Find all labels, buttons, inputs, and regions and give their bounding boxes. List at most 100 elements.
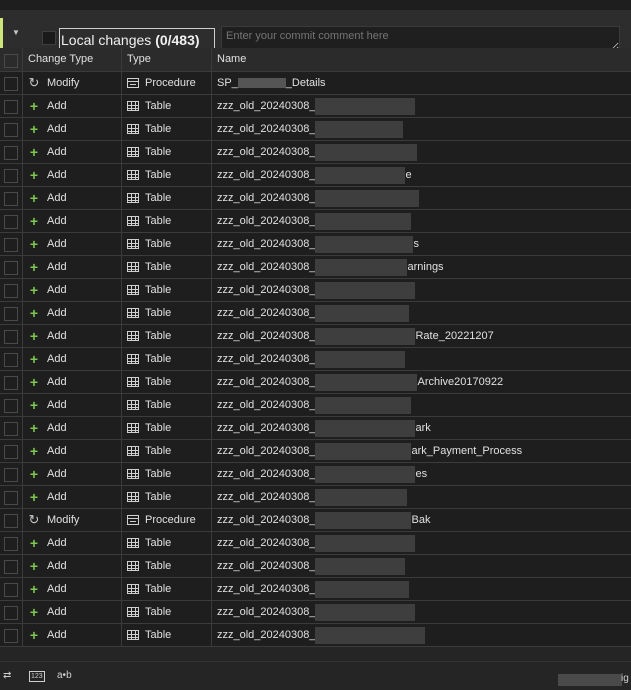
row-checkbox[interactable] <box>4 514 18 528</box>
table-row[interactable]: + Add Table zzz_old_20240308_ <box>0 187 631 210</box>
row-checkbox[interactable] <box>4 100 18 114</box>
row-checkbox[interactable] <box>4 468 18 482</box>
change-type-cell: + Add <box>23 440 122 462</box>
table-row[interactable]: + Add Table zzz_old_20240308_ Rate_20221207 <box>0 325 631 348</box>
table-row[interactable]: + Add Table zzz_old_20240308_ s <box>0 233 631 256</box>
row-checkbox-cell <box>0 601 23 623</box>
row-checkbox[interactable] <box>4 261 18 275</box>
name-suffix: e <box>405 169 412 181</box>
redacted-block <box>315 189 420 207</box>
change-type-cell: + Add <box>23 164 122 186</box>
row-checkbox[interactable] <box>4 399 18 413</box>
table-icon <box>127 170 139 181</box>
row-checkbox[interactable] <box>4 560 18 574</box>
column-header-type[interactable]: Type <box>122 48 212 71</box>
swap-encoding-icon[interactable]: ⇄ <box>3 671 11 681</box>
add-icon: + <box>29 259 39 276</box>
table-row[interactable]: + Add Table zzz_old_20240308_ es <box>0 463 631 486</box>
change-type-label: Add <box>47 353 67 366</box>
table-row[interactable]: + Add Table zzz_old_20240308_ <box>0 210 631 233</box>
row-checkbox[interactable] <box>4 353 18 367</box>
grid-header-row: Change Type Type Name <box>0 48 631 72</box>
name-prefix: zzz_old_20240308_ <box>217 169 316 181</box>
row-checkbox[interactable] <box>4 537 18 551</box>
row-checkbox[interactable] <box>4 422 18 436</box>
table-row[interactable]: + Add Table zzz_old_20240308_ <box>0 624 631 647</box>
ab-compare-icon[interactable]: a•b <box>57 671 72 681</box>
name-suffix: Bak <box>411 514 431 526</box>
redacted-block <box>315 327 416 345</box>
row-checkbox[interactable] <box>4 77 18 91</box>
row-checkbox[interactable] <box>4 376 18 390</box>
name-prefix: zzz_old_20240308_ <box>217 445 316 457</box>
add-icon: + <box>29 351 39 368</box>
collapse-toggle-icon[interactable]: ▼ <box>12 28 24 38</box>
row-checkbox[interactable] <box>4 606 18 620</box>
row-checkbox[interactable] <box>4 307 18 321</box>
row-checkbox[interactable] <box>4 330 18 344</box>
change-type-cell: + Add <box>23 417 122 439</box>
type-label: Table <box>145 261 172 274</box>
table-row[interactable]: + Add Table zzz_old_20240308_ <box>0 95 631 118</box>
row-checkbox[interactable] <box>4 146 18 160</box>
table-row[interactable]: ↻ Modify Procedure zzz_old_20240308_ Bak <box>0 509 631 532</box>
table-row[interactable]: + Add Table zzz_old_20240308_ Archive2017092… <box>0 371 631 394</box>
table-row[interactable]: ↻ Modify Procedure SP_ _Details <box>0 72 631 95</box>
numbers-icon[interactable]: 123 <box>29 671 45 682</box>
row-checkbox[interactable] <box>4 445 18 459</box>
table-row[interactable]: + Add Table zzz_old_20240308_ e <box>0 164 631 187</box>
name-prefix: zzz_old_20240308_ <box>217 192 316 204</box>
modify-icon: ↻ <box>28 512 40 528</box>
name-cell: zzz_old_20240308_ <box>212 302 631 324</box>
type-cell: Table <box>122 440 212 462</box>
column-header-change-type[interactable]: Change Type <box>23 48 122 71</box>
name-prefix: zzz_old_20240308_ <box>217 606 316 618</box>
type-label: Table <box>145 537 172 550</box>
column-header-name[interactable]: Name <box>212 48 631 71</box>
table-row[interactable]: + Add Table zzz_old_20240308_ <box>0 394 631 417</box>
table-row[interactable]: + Add Table zzz_old_20240308_ <box>0 578 631 601</box>
redacted-block <box>315 97 416 115</box>
table-row[interactable]: + Add Table zzz_old_20240308_ <box>0 532 631 555</box>
row-checkbox[interactable] <box>4 215 18 229</box>
redacted-block <box>315 626 426 644</box>
table-row[interactable]: + Add Table zzz_old_20240308_ <box>0 601 631 624</box>
table-row[interactable]: + Add Table zzz_old_20240308_ <box>0 279 631 302</box>
table-row[interactable]: + Add Table zzz_old_20240308_ ark_Payment_Pr… <box>0 440 631 463</box>
change-type-label: Add <box>47 629 67 642</box>
table-row[interactable]: + Add Table zzz_old_20240308_ arnings <box>0 256 631 279</box>
add-icon: + <box>29 236 39 253</box>
row-checkbox[interactable] <box>4 192 18 206</box>
add-icon: + <box>29 167 39 184</box>
change-type-label: Add <box>47 399 67 412</box>
table-row[interactable]: + Add Table zzz_old_20240308_ <box>0 141 631 164</box>
header-checkbox[interactable] <box>4 54 18 68</box>
local-changes-header: ▼ Local changes (0/483) <box>0 10 631 54</box>
row-checkbox[interactable] <box>4 583 18 597</box>
table-row[interactable]: + Add Table zzz_old_20240308_ ark <box>0 417 631 440</box>
type-label: Table <box>145 284 172 297</box>
add-icon: + <box>29 604 39 621</box>
row-checkbox[interactable] <box>4 169 18 183</box>
redacted-block <box>315 120 404 138</box>
row-checkbox[interactable] <box>4 123 18 137</box>
name-prefix: zzz_old_20240308_ <box>217 353 316 365</box>
select-all-checkbox[interactable] <box>42 31 56 45</box>
table-row[interactable]: + Add Table zzz_old_20240308_ <box>0 118 631 141</box>
change-type-label: Add <box>47 307 67 320</box>
table-row[interactable]: + Add Table zzz_old_20240308_ <box>0 555 631 578</box>
table-row[interactable]: + Add Table zzz_old_20240308_ <box>0 486 631 509</box>
row-checkbox[interactable] <box>4 491 18 505</box>
row-checkbox[interactable] <box>4 629 18 643</box>
change-type-label: Modify <box>47 514 80 527</box>
table-row[interactable]: + Add Table zzz_old_20240308_ <box>0 302 631 325</box>
row-checkbox[interactable] <box>4 284 18 298</box>
row-checkbox-cell <box>0 417 23 439</box>
type-cell: Table <box>122 210 212 232</box>
change-type-cell: + Add <box>23 256 122 278</box>
redacted-block <box>315 304 410 322</box>
change-type-cell: + Add <box>23 302 122 324</box>
redacted-block <box>315 534 416 552</box>
table-row[interactable]: + Add Table zzz_old_20240308_ <box>0 348 631 371</box>
row-checkbox[interactable] <box>4 238 18 252</box>
